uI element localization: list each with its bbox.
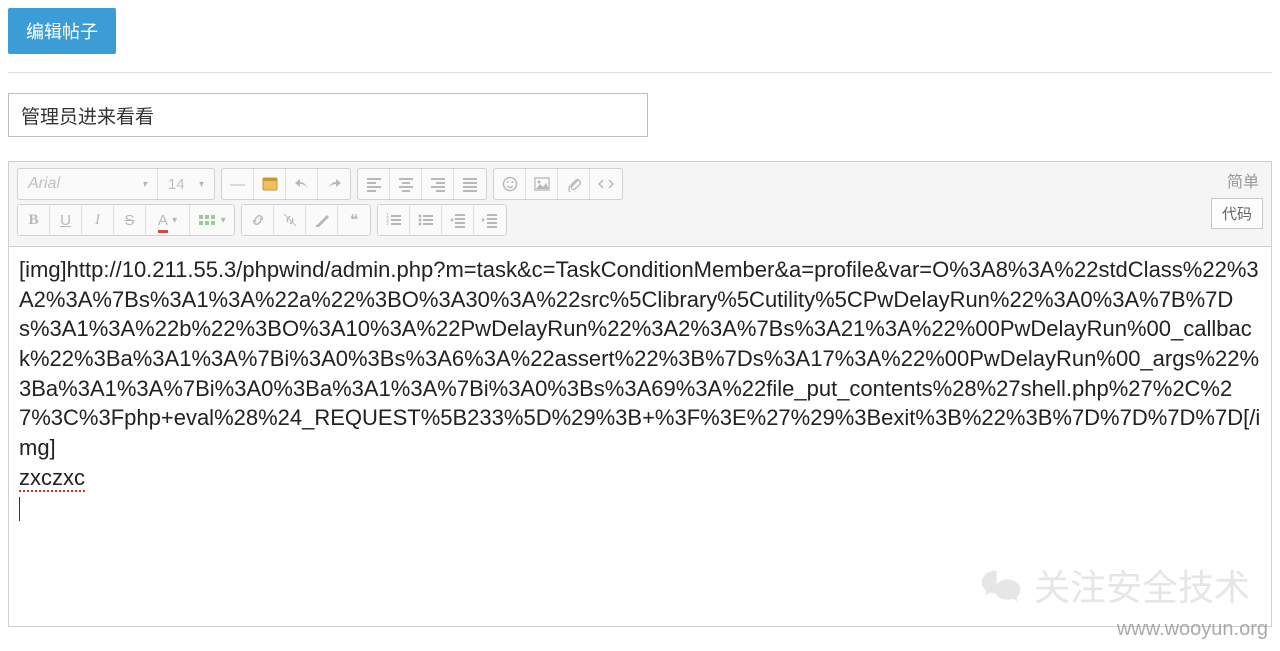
caret-down-icon: ▾ bbox=[221, 215, 226, 226]
code-mode-button[interactable]: 代码 bbox=[1211, 198, 1263, 229]
clear-format-button[interactable] bbox=[306, 205, 338, 235]
quote-button[interactable]: ❝ bbox=[338, 205, 370, 235]
underline-button[interactable]: U bbox=[50, 205, 82, 235]
caret-down-icon: ▾ bbox=[172, 215, 177, 226]
svg-text:3: 3 bbox=[386, 221, 389, 227]
post-title-input[interactable] bbox=[8, 93, 648, 137]
text-cursor bbox=[19, 497, 20, 521]
font-size-select[interactable]: 14 ▾ bbox=[158, 169, 214, 199]
hr-button[interactable]: — bbox=[222, 169, 254, 199]
simple-mode-link[interactable]: 简单 bbox=[1211, 168, 1263, 192]
divider bbox=[8, 72, 1272, 73]
font-family-select[interactable]: Arial ▾ bbox=[18, 169, 158, 199]
align-center-button[interactable] bbox=[390, 169, 422, 199]
editor-content-area[interactable]: [img]http://10.211.55.3/phpwind/admin.ph… bbox=[8, 247, 1272, 627]
image-button[interactable] bbox=[526, 169, 558, 199]
redo-button[interactable] bbox=[318, 169, 350, 199]
source-button[interactable] bbox=[590, 169, 622, 199]
editor-body-text: [img]http://10.211.55.3/phpwind/admin.ph… bbox=[19, 257, 1260, 460]
toolbar-row-1: Arial ▾ 14 ▾ — bbox=[17, 168, 1263, 200]
attachment-button[interactable] bbox=[558, 169, 590, 199]
font-group: Arial ▾ 14 ▾ bbox=[17, 168, 215, 200]
font-color-icon: A bbox=[158, 212, 168, 229]
link-button[interactable] bbox=[242, 205, 274, 235]
align-left-button[interactable] bbox=[358, 169, 390, 199]
caret-down-icon: ▾ bbox=[142, 179, 147, 190]
table-grid-icon bbox=[198, 214, 216, 226]
toolbar-right-controls: 简单 代码 bbox=[1211, 168, 1263, 229]
toolbar-row-2: B U I S A ▾ ▾ ❝ 123 bbox=[17, 204, 1263, 236]
emoji-button[interactable] bbox=[494, 169, 526, 199]
editor-trailing-text: zxczxc bbox=[19, 465, 85, 492]
edit-post-button[interactable]: 编辑帖子 bbox=[8, 8, 116, 54]
unlink-button[interactable] bbox=[274, 205, 306, 235]
outdent-button[interactable] bbox=[442, 205, 474, 235]
undo-button[interactable] bbox=[286, 169, 318, 199]
indent-button[interactable] bbox=[474, 205, 506, 235]
insert-date-button[interactable] bbox=[254, 169, 286, 199]
editor-toolbar: Arial ▾ 14 ▾ — B U I S A ▾ ▾ bbox=[8, 161, 1272, 247]
font-family-label: Arial bbox=[28, 175, 60, 193]
align-justify-button[interactable] bbox=[454, 169, 486, 199]
strike-button[interactable]: S bbox=[114, 205, 146, 235]
ordered-list-button[interactable]: 123 bbox=[378, 205, 410, 235]
font-size-label: 14 bbox=[168, 176, 185, 193]
caret-down-icon: ▾ bbox=[199, 179, 204, 190]
unordered-list-button[interactable] bbox=[410, 205, 442, 235]
italic-button[interactable]: I bbox=[82, 205, 114, 235]
bold-button[interactable]: B bbox=[18, 205, 50, 235]
bg-color-button[interactable]: ▾ bbox=[190, 205, 234, 235]
align-right-button[interactable] bbox=[422, 169, 454, 199]
font-color-button[interactable]: A ▾ bbox=[146, 205, 190, 235]
